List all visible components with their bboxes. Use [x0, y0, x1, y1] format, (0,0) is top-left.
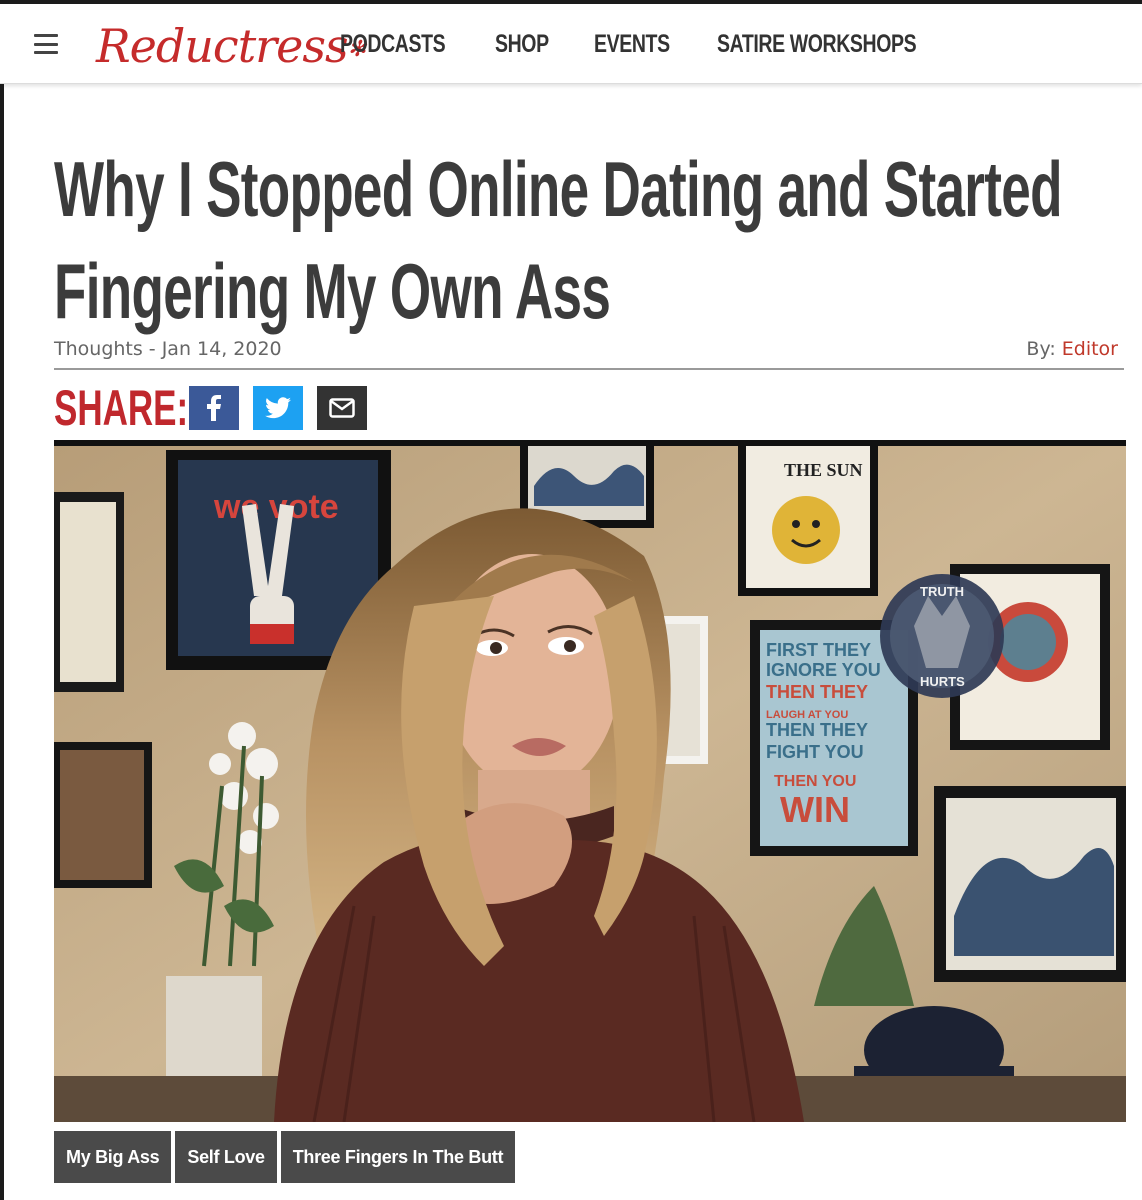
hero-photo-illustration: we vote THE SUN FIRST THEY IGNORE YOU TH…	[54, 446, 1126, 1122]
meta-separator: -	[142, 338, 162, 360]
tag-three-fingers-in-the-butt[interactable]: Three Fingers In The Butt	[280, 1131, 516, 1183]
article-meta: Thoughts - Jan 14, 2020 By: Editor	[54, 336, 1124, 370]
article-date: Jan 14, 2020	[161, 338, 282, 360]
share-label: SHARE:	[54, 380, 189, 436]
nav-link-satire-workshops[interactable]: SATIRE WORKSHOPS	[717, 30, 917, 59]
nav-link-events[interactable]: EVENTS	[594, 30, 670, 59]
quote-line-3: THEN THEY	[766, 682, 868, 702]
article-title: Why I Stopped Online Dating and Started …	[54, 138, 1134, 342]
main-nav: PODCASTS SHOP EVENTS SATIRE WORKSHOPS	[340, 30, 972, 59]
poster-vote-text: we vote	[213, 488, 339, 526]
tag-my-big-ass[interactable]: My Big Ass	[54, 1131, 172, 1183]
site-header: Reductress✻ PODCASTS SHOP EVENTS SATIRE …	[0, 0, 1142, 84]
share-bar: SHARE:	[54, 380, 367, 436]
logo-text: Reductress	[96, 19, 349, 73]
site-logo[interactable]: Reductress✻	[96, 16, 366, 76]
facebook-share-button[interactable]	[189, 386, 239, 430]
email-icon	[329, 398, 355, 418]
watermark-bottom-text: HURTS	[920, 674, 965, 689]
author-link[interactable]: Editor	[1062, 338, 1118, 360]
twitter-icon	[265, 397, 291, 419]
article-title-line-2: Fingering My Own Ass	[54, 247, 611, 335]
nav-link-shop[interactable]: SHOP	[495, 30, 549, 59]
menu-icon[interactable]	[34, 34, 58, 54]
email-share-button[interactable]	[317, 386, 367, 430]
article-title-line-1: Why I Stopped Online Dating and Started	[54, 145, 1062, 233]
quote-line-6: FIGHT YOU	[766, 742, 864, 762]
byline-label: By:	[1026, 338, 1062, 360]
twitter-share-button[interactable]	[253, 386, 303, 430]
quote-line-8: WIN	[780, 789, 850, 830]
facebook-icon	[207, 395, 221, 421]
quote-line-1: FIRST THEY	[766, 640, 871, 660]
article-category[interactable]: Thoughts	[54, 338, 143, 360]
article-hero-image: we vote THE SUN FIRST THEY IGNORE YOU TH…	[54, 440, 1126, 1122]
nav-link-podcasts[interactable]: PODCASTS	[340, 30, 446, 59]
poster-sun-text: THE SUN	[784, 460, 863, 480]
quote-line-5: THEN THEY	[766, 720, 868, 740]
tag-self-love[interactable]: Self Love	[175, 1131, 277, 1183]
quote-line-2: IGNORE YOU	[766, 660, 881, 680]
watermark-top-text: TRUTH	[920, 584, 964, 599]
frame-border	[0, 84, 4, 1200]
tag-list: My Big Ass Self Love Three Fingers In Th…	[54, 1131, 516, 1183]
quote-line-7: THEN YOU	[774, 773, 856, 790]
